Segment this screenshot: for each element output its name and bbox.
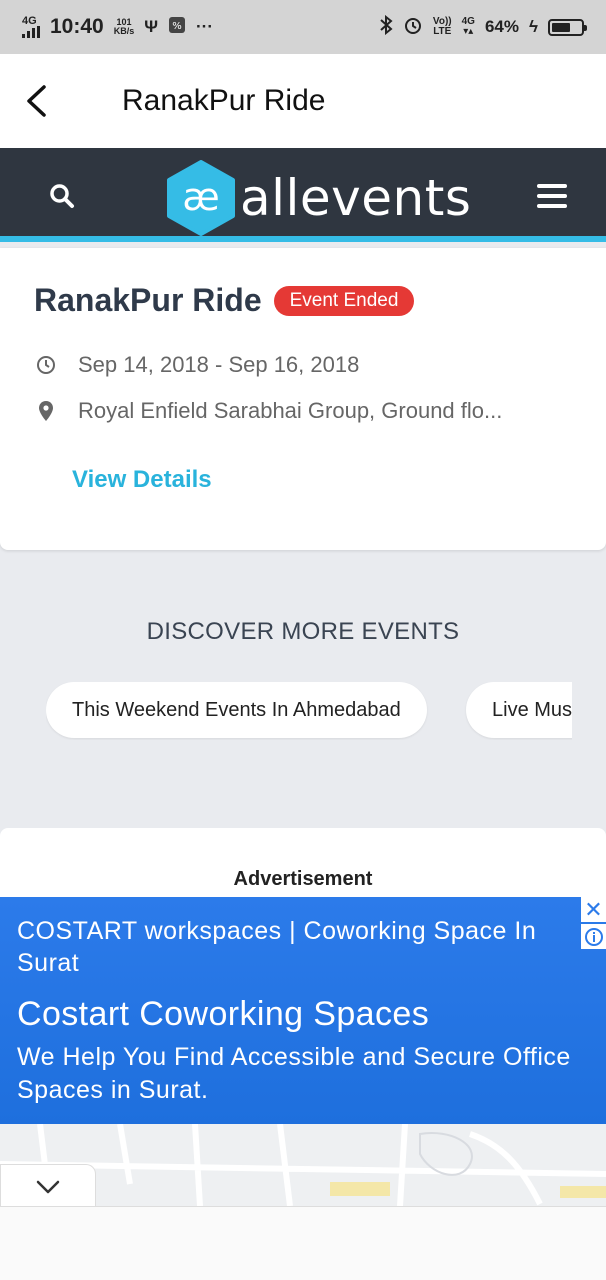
menu-button[interactable] [528, 174, 576, 218]
event-card: RanakPur Ride Event Ended Sep 14, 2018 -… [0, 248, 606, 550]
ad-close-icon[interactable]: ✕ [581, 897, 606, 922]
hamburger-icon-line [537, 204, 567, 208]
status-bar: 4G 10:40 101 KB/s Ψ % ··· Vo)) LTE 4G ▾▴ [0, 0, 606, 54]
data-arrows-icon: ▾▴ [463, 26, 474, 37]
ad-title[interactable]: COSTART workspaces | Coworking Space In … [17, 915, 577, 979]
event-location-row: Royal Enfield Sarabhai Group, Ground flo… [36, 398, 502, 424]
lte-label: LTE [433, 26, 452, 37]
battery-percent: 64% [484, 17, 519, 36]
network-speed: 101 KB/s [114, 18, 135, 36]
more-notifications-icon: ··· [196, 17, 213, 36]
map-pin-icon [36, 400, 56, 422]
search-icon [50, 184, 74, 208]
svg-text:%: % [172, 21, 182, 32]
clock: 10:40 [50, 15, 104, 38]
notification-app-icon: % [168, 16, 186, 39]
brand-name: allevents [240, 169, 472, 227]
clock-icon [36, 354, 56, 376]
bluetooth-icon [379, 14, 393, 40]
search-button[interactable] [40, 174, 84, 218]
alarm-icon [403, 15, 423, 40]
discover-title: DISCOVER MORE EVENTS [146, 618, 460, 645]
charging-icon: ϟ [529, 17, 538, 36]
event-location: Royal Enfield Sarabhai Group, Ground flo… [78, 398, 503, 423]
chip-live-music[interactable]: Live Music [466, 682, 572, 738]
brand-header: æ allevents [0, 148, 606, 242]
hamburger-icon-line [537, 194, 567, 198]
ad-label: Advertisement [233, 868, 373, 890]
volte-indicator: Vo)) LTE [433, 17, 452, 37]
speed-unit: KB/s [113, 26, 135, 36]
ad-headline[interactable]: Costart Coworking Spaces [17, 995, 429, 1034]
collapse-ad-button[interactable] [0, 1164, 96, 1208]
logo-mark: æ [182, 175, 219, 219]
hamburger-icon-line [537, 184, 567, 188]
bottom-strip [0, 1206, 606, 1280]
ad-banner[interactable]: COSTART workspaces | Coworking Space In … [0, 897, 606, 1124]
discover-chips: This Weekend Events In Ahmedabad Live Mu… [46, 682, 572, 740]
chip-this-weekend[interactable]: This Weekend Events In Ahmedabad [46, 682, 427, 738]
back-button[interactable] [0, 54, 72, 148]
ad-description[interactable]: We Help You Find Accessible and Secure O… [17, 1041, 577, 1107]
usb-icon: Ψ [144, 17, 158, 36]
ad-info-icon[interactable] [581, 924, 606, 949]
view-details-link[interactable]: View Details [72, 466, 212, 494]
battery-icon [548, 18, 587, 36]
data-indicator: 4G ▾▴ [462, 17, 475, 37]
back-arrow-icon [27, 85, 46, 117]
status-badge: Event Ended [273, 285, 415, 316]
event-name: RanakPur Ride [34, 282, 262, 318]
event-dates-row: Sep 14, 2018 - Sep 16, 2018 [36, 352, 359, 378]
page-title: RanakPur Ride [122, 84, 326, 117]
logo-hexagon-icon: æ [167, 160, 235, 236]
event-dates: Sep 14, 2018 - Sep 16, 2018 [78, 352, 360, 377]
network-type: 4G [22, 15, 37, 27]
allevents-logo[interactable]: æ allevents [166, 160, 471, 236]
signal-indicator: 4G [22, 16, 40, 38]
title-bar: RanakPur Ride [0, 54, 606, 148]
signal-bars-icon [22, 26, 40, 38]
chevron-down-icon [36, 1180, 60, 1193]
